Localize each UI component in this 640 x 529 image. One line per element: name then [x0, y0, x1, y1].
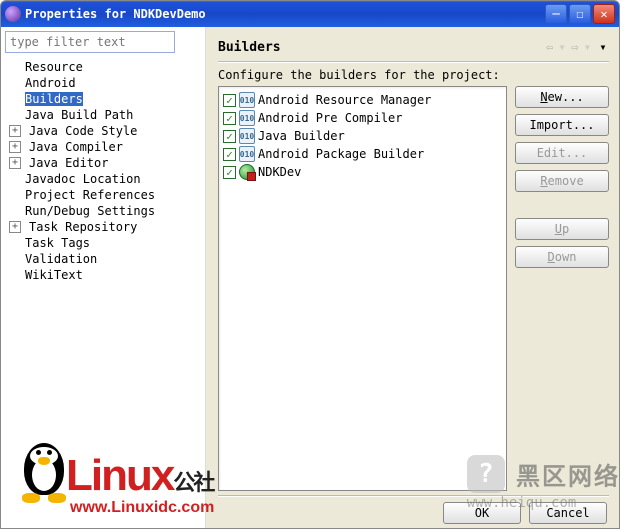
- window-title: Properties for NDKDevDemo: [25, 7, 543, 21]
- properties-tree-panel: Resource Android Builders Java Build Path + J…: [1, 27, 206, 528]
- tree-item-label: WikiText: [25, 268, 83, 282]
- tree-item[interactable]: Task Tags: [5, 235, 201, 251]
- builder-checkbox[interactable]: ✓: [223, 112, 236, 125]
- external-builder-icon: [239, 164, 255, 180]
- tree-item-label: Task Tags: [25, 236, 90, 250]
- import-button[interactable]: Import...: [515, 114, 609, 136]
- builder-item[interactable]: ✓010Android Package Builder: [223, 145, 502, 163]
- tree-item-label: Java Build Path: [25, 108, 133, 122]
- up-button: Up: [515, 218, 609, 240]
- ok-button[interactable]: OK: [443, 502, 521, 524]
- tree-item-label: Builders: [25, 92, 83, 106]
- titlebar[interactable]: Properties for NDKDevDemo ─ ☐ ✕: [1, 1, 619, 27]
- tree-item[interactable]: Validation: [5, 251, 201, 267]
- tree-item-label: Run/Debug Settings: [25, 204, 155, 218]
- tree-item-label: Java Editor: [29, 156, 108, 170]
- close-button[interactable]: ✕: [593, 4, 615, 24]
- tree-item-label: Task Repository: [29, 220, 137, 234]
- new-button[interactable]: New...: [515, 86, 609, 108]
- expand-icon[interactable]: +: [9, 125, 21, 137]
- remove-button: Remove: [515, 170, 609, 192]
- expand-icon[interactable]: +: [9, 157, 21, 169]
- builder-checkbox[interactable]: ✓: [223, 148, 236, 161]
- tree-item[interactable]: Android: [5, 75, 201, 91]
- edit-button: Edit...: [515, 142, 609, 164]
- page-description: Configure the builders for the project:: [218, 68, 609, 82]
- tree-item-label: Javadoc Location: [25, 172, 141, 186]
- builder-label: Java Builder: [258, 129, 345, 143]
- tree-item[interactable]: Javadoc Location: [5, 171, 201, 187]
- builder-checkbox[interactable]: ✓: [223, 130, 236, 143]
- tree-item-label: Android: [25, 76, 76, 90]
- binary-builder-icon: 010: [239, 110, 255, 126]
- builder-checkbox[interactable]: ✓: [223, 94, 236, 107]
- properties-tree[interactable]: Resource Android Builders Java Build Path + J…: [5, 57, 201, 524]
- binary-builder-icon: 010: [239, 128, 255, 144]
- tree-item-label: Project References: [25, 188, 155, 202]
- tree-item[interactable]: Java Build Path: [5, 107, 201, 123]
- down-button: Down: [515, 246, 609, 268]
- tree-item[interactable]: + Java Compiler: [5, 139, 201, 155]
- builder-item[interactable]: ✓010Android Resource Manager: [223, 91, 502, 109]
- builder-item[interactable]: ✓010Java Builder: [223, 127, 502, 145]
- maximize-button[interactable]: ☐: [569, 4, 591, 24]
- cancel-button[interactable]: Cancel: [529, 502, 607, 524]
- builder-label: Android Package Builder: [258, 147, 424, 161]
- tree-item[interactable]: Resource: [5, 59, 201, 75]
- forward-icon[interactable]: ⇨: [566, 38, 584, 56]
- page-title: Builders: [218, 40, 541, 55]
- tree-item[interactable]: + Task Repository: [5, 219, 201, 235]
- tree-item[interactable]: Project References: [5, 187, 201, 203]
- tree-item[interactable]: Run/Debug Settings: [5, 203, 201, 219]
- builder-item[interactable]: ✓010Android Pre Compiler: [223, 109, 502, 127]
- tree-item[interactable]: + Java Code Style: [5, 123, 201, 139]
- builders-page: Builders ⇦ ▾ ⇨ ▾ ▾ Configure the builder…: [206, 27, 619, 528]
- builder-checkbox[interactable]: ✓: [223, 166, 236, 179]
- builder-label: NDKDev: [258, 165, 301, 179]
- expand-icon[interactable]: +: [9, 221, 21, 233]
- binary-builder-icon: 010: [239, 146, 255, 162]
- view-menu-icon[interactable]: ▾: [597, 41, 609, 53]
- tree-item-label: Validation: [25, 252, 97, 266]
- builder-item[interactable]: ✓ NDKDev: [223, 163, 502, 181]
- eclipse-icon: [5, 6, 21, 22]
- builder-label: Android Resource Manager: [258, 93, 431, 107]
- filter-input[interactable]: [5, 31, 175, 53]
- tree-item[interactable]: WikiText: [5, 267, 201, 283]
- tree-item-label: Resource: [25, 60, 83, 74]
- tree-item-label: Java Compiler: [29, 140, 123, 154]
- expand-icon[interactable]: +: [9, 141, 21, 153]
- back-icon[interactable]: ⇦: [541, 38, 559, 56]
- binary-builder-icon: 010: [239, 92, 255, 108]
- minimize-button[interactable]: ─: [545, 4, 567, 24]
- tree-item[interactable]: + Java Editor: [5, 155, 201, 171]
- builder-label: Android Pre Compiler: [258, 111, 403, 125]
- builders-list[interactable]: ✓010Android Resource Manager✓010Android …: [218, 86, 507, 491]
- tree-item[interactable]: Builders: [5, 91, 201, 107]
- tree-item-label: Java Code Style: [29, 124, 137, 138]
